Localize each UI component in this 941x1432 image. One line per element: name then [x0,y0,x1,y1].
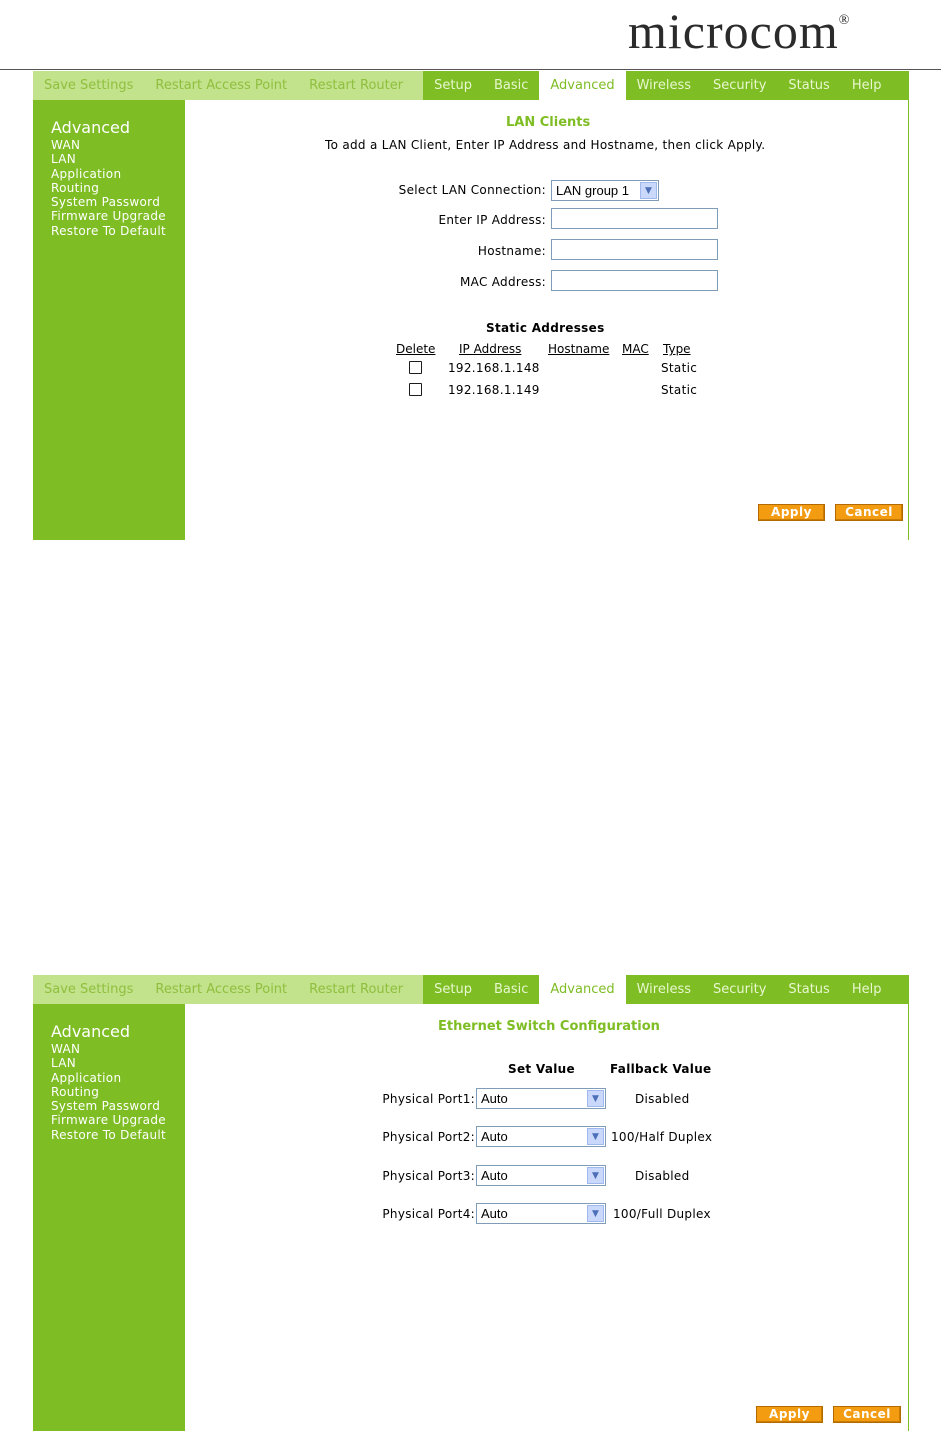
chevron-down-icon[interactable]: ▼ [587,1128,604,1145]
port2-select[interactable]: Auto ▼ [476,1126,606,1147]
cancel-button[interactable]: Cancel [833,1406,901,1423]
ethernet-switch-window: Save Settings Restart Access Point Resta… [33,975,909,1431]
row-ip: 192.168.1.149 [448,383,540,397]
page-title: LAN Clients [506,115,591,130]
tab-security[interactable]: Security [702,975,777,1004]
port-fallback: 100/Half Duplex [611,1130,713,1144]
tab-security[interactable]: Security [702,71,777,100]
main-content: LAN Clients To add a LAN Client, Enter I… [185,100,909,540]
nav-restart-router[interactable]: Restart Router [298,71,423,100]
port-fallback: 100/Full Duplex [613,1207,711,1221]
port-value: Auto [481,1206,508,1221]
sidebar-item-restore-to-default[interactable]: Restore To Default [51,1128,166,1142]
tab-status[interactable]: Status [777,975,840,1004]
port-value: Auto [481,1168,508,1183]
port-value: Auto [481,1129,508,1144]
brand-logo: microcom® [628,3,851,59]
tab-basic[interactable]: Basic [483,71,539,100]
nav-restart-access-point[interactable]: Restart Access Point [144,71,298,100]
apply-button[interactable]: Apply [758,504,825,521]
ip-label: Enter IP Address: [438,213,546,227]
tab-status[interactable]: Status [777,71,840,100]
select-lan-label: Select LAN Connection: [398,183,546,197]
chevron-down-icon[interactable]: ▼ [587,1205,604,1222]
instruction-text: To add a LAN Client, Enter IP Address an… [325,138,766,152]
col-hostname[interactable]: Hostname [548,342,609,356]
sidebar-menu: WAN LAN Application Routing System Passw… [51,1042,166,1142]
sidebar-item-firmware-upgrade[interactable]: Firmware Upgrade [51,1113,166,1127]
sidebar-item-restore-to-default[interactable]: Restore To Default [51,224,166,238]
sidebar-item-wan[interactable]: WAN [51,138,166,152]
sidebar-item-wan[interactable]: WAN [51,1042,166,1056]
port-fallback: Disabled [635,1169,690,1183]
nav-save-settings[interactable]: Save Settings [33,975,144,1004]
ip-address-input[interactable] [551,208,718,229]
col-mac[interactable]: MAC [622,342,649,356]
top-nav: Save Settings Restart Access Point Resta… [33,975,909,1004]
tab-wireless[interactable]: Wireless [626,71,702,100]
port-value: Auto [481,1091,508,1106]
sidebar-item-application[interactable]: Application [51,167,166,181]
apply-button[interactable]: Apply [756,1406,823,1423]
sidebar-item-lan[interactable]: LAN [51,1056,166,1070]
delete-checkbox[interactable] [409,383,422,396]
sidebar-item-lan[interactable]: LAN [51,152,166,166]
lan-clients-window: Save Settings Restart Access Point Resta… [33,71,909,540]
col-type[interactable]: Type [663,342,691,356]
tab-help[interactable]: Help [841,975,893,1004]
tab-basic[interactable]: Basic [483,975,539,1004]
row-ip: 192.168.1.148 [448,361,540,375]
hostname-label: Hostname: [477,244,546,258]
sidebar: Advanced WAN LAN Application Routing Sys… [33,1004,185,1431]
cancel-button[interactable]: Cancel [835,504,903,521]
set-value-header: Set Value [508,1062,575,1076]
hostname-input[interactable] [551,239,718,260]
tab-setup[interactable]: Setup [423,71,483,100]
delete-checkbox[interactable] [409,361,422,374]
sidebar-menu: WAN LAN Application Routing System Passw… [51,138,166,238]
chevron-down-icon[interactable]: ▼ [640,182,657,199]
tab-setup[interactable]: Setup [423,975,483,1004]
nav-save-settings[interactable]: Save Settings [33,71,144,100]
tab-advanced[interactable]: Advanced [539,71,626,100]
row-type: Static [661,361,698,375]
top-nav: Save Settings Restart Access Point Resta… [33,71,909,100]
sidebar-item-system-password[interactable]: System Password [51,1099,166,1113]
port-label: Physical Port1: [382,1092,475,1106]
sidebar-item-firmware-upgrade[interactable]: Firmware Upgrade [51,209,166,223]
sidebar-item-application[interactable]: Application [51,1071,166,1085]
port1-select[interactable]: Auto ▼ [476,1088,606,1109]
sidebar-item-routing[interactable]: Routing [51,181,166,195]
mac-address-input[interactable] [551,270,718,291]
page-title: Ethernet Switch Configuration [438,1019,660,1034]
tab-advanced[interactable]: Advanced [539,975,626,1004]
tab-help[interactable]: Help [841,71,893,100]
sidebar-title: Advanced [51,1022,131,1041]
sidebar: Advanced WAN LAN Application Routing Sys… [33,100,185,540]
header-divider [0,69,941,70]
nav-restart-router[interactable]: Restart Router [298,975,423,1004]
port3-select[interactable]: Auto ▼ [476,1165,606,1186]
port-fallback: Disabled [635,1092,690,1106]
chevron-down-icon[interactable]: ▼ [587,1167,604,1184]
sidebar-title: Advanced [51,118,131,137]
port-label: Physical Port2: [382,1130,475,1144]
port-label: Physical Port4: [382,1207,475,1221]
port-label: Physical Port3: [382,1169,475,1183]
tab-wireless[interactable]: Wireless [626,975,702,1004]
mac-label: MAC Address: [460,275,546,289]
lan-connection-select[interactable]: LAN group 1 ▼ [551,180,659,201]
main-content: Ethernet Switch Configuration Set Value … [185,1004,909,1431]
static-addresses-title: Static Addresses [486,321,605,335]
sidebar-item-routing[interactable]: Routing [51,1085,166,1099]
port4-select[interactable]: Auto ▼ [476,1203,606,1224]
row-type: Static [661,383,698,397]
nav-restart-access-point[interactable]: Restart Access Point [144,975,298,1004]
fallback-value-header: Fallback Value [610,1062,712,1076]
sidebar-item-system-password[interactable]: System Password [51,195,166,209]
lan-connection-value: LAN group 1 [556,183,629,198]
col-delete[interactable]: Delete [396,342,435,356]
chevron-down-icon[interactable]: ▼ [587,1090,604,1107]
col-ip-address[interactable]: IP Address [459,342,521,356]
